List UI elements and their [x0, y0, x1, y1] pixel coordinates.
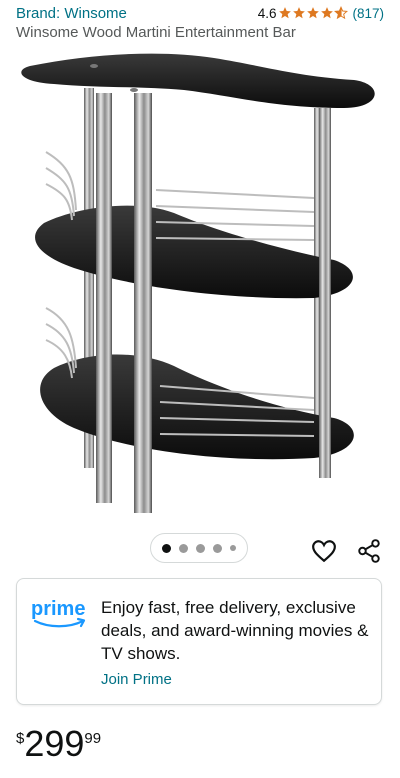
price-symbol: $: [16, 730, 25, 747]
product-title: Winsome Wood Martini Entertainment Bar: [16, 24, 296, 41]
prime-logo-text: prime: [31, 598, 85, 620]
star-icon: [321, 7, 334, 19]
heart-icon[interactable]: [311, 538, 337, 564]
star-icon: [307, 7, 320, 19]
star-icon: [293, 7, 306, 19]
image-carousel-dots[interactable]: [150, 533, 248, 563]
carousel-dot[interactable]: [179, 543, 188, 553]
review-count[interactable]: (817): [352, 6, 384, 21]
carousel-dot[interactable]: [196, 543, 205, 553]
carousel-dot[interactable]: [162, 543, 171, 553]
star-rating: [278, 6, 349, 20]
share-icon[interactable]: [356, 538, 382, 564]
product-image[interactable]: [14, 48, 390, 520]
join-prime-link[interactable]: Join Prime: [101, 671, 172, 688]
brand-link[interactable]: Brand: Winsome: [16, 5, 127, 22]
carousel-dot[interactable]: [230, 545, 236, 551]
prime-promo-text: Enjoy fast, free delivery, exclusive dea…: [101, 598, 369, 663]
price: $ 299 99: [16, 724, 101, 764]
price-fraction: 99: [84, 730, 102, 747]
star-icon: [279, 7, 292, 19]
prime-logo: prime: [31, 598, 85, 628]
header-row: Brand: Winsome 4.6 (817): [16, 4, 384, 22]
rating-summary[interactable]: 4.6 (817): [258, 6, 384, 21]
rating-value: 4.6: [257, 5, 277, 21]
carousel-dot[interactable]: [213, 543, 222, 553]
price-whole: 299: [24, 723, 85, 764]
prime-promo-card: prime Enjoy fast, free delivery, exclusi…: [16, 578, 382, 705]
star-half-icon: [334, 6, 349, 20]
